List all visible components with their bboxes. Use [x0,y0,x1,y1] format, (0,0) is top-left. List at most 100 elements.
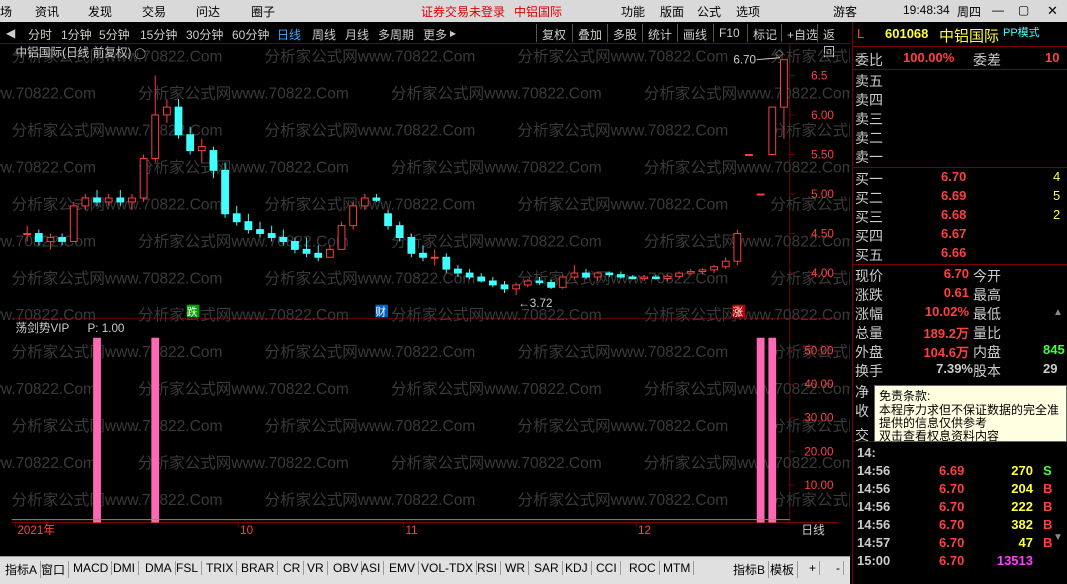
indicator-tab[interactable]: WR [502,561,529,575]
indicator-tab[interactable]: ROC [626,561,660,575]
event-marker[interactable]: 财 [375,304,389,319]
indicator-tab[interactable]: 窗口 [38,561,70,578]
menu-item[interactable]: 问达 [196,3,220,20]
period-tab[interactable]: 日线 [277,26,301,43]
watermark: 分析家公式网www.70822.Com [391,380,602,398]
stat-label: 涨幅 [855,306,883,322]
candle-body [570,272,579,278]
toolbar-button[interactable]: 多股 [607,24,642,42]
kline-chart[interactable]: 分析家公式网www.70822.Com 分析家公式网www.70822.Com 分析… [0,44,850,542]
indicator-tab[interactable]: 指标A [2,561,42,578]
more-arrow-icon[interactable]: ▸ [450,26,456,40]
tick-time: 14:56 [857,481,891,496]
period-tab[interactable]: 多周期 [378,26,414,43]
candle-body [488,280,497,286]
left-arrow-icon[interactable]: ◀ [6,26,15,40]
maximize-icon[interactable]: ▢ [1018,3,1029,17]
period-tab[interactable]: 60分钟 [232,26,269,43]
indicator-tab[interactable]: FSL [173,561,203,575]
indicator-tab[interactable]: DMI [110,561,139,575]
watermark: 分析家公式网www.70822.Com [138,232,349,250]
menu-item[interactable]: 圈子 [251,3,275,20]
disclaimer-tooltip: 免责条款: 本程序力求但不保证数据的完全准 提供的信息仅供参考 双击查看权息资料… [874,385,1067,443]
watermark: 分析家公式网www.70822.Com [391,84,602,102]
menu-item[interactable]: 交易 [142,3,166,20]
candle-body [256,229,264,235]
period-tab[interactable]: 更多 [423,26,447,43]
menu-item[interactable]: 版面 [660,3,684,20]
candle-body [291,240,299,250]
period-tab[interactable]: 15分钟 [140,26,177,43]
candle-body [302,248,311,254]
indicator-tab[interactable]: EMV [386,561,420,575]
webi-value: 100.00% [903,50,955,65]
menu-item[interactable]: 发现 [88,3,112,20]
toolbar-button[interactable]: F10 [713,24,745,42]
scroll-down-icon[interactable]: ▼ [1053,532,1063,543]
watermark: 分析家公式网www.70822.Com [517,195,728,213]
menu-item[interactable]: 公式 [697,3,721,20]
indicator-tab[interactable]: CCI [593,561,621,575]
period-tab[interactable]: 月线 [345,26,369,43]
menu-item[interactable]: 功能 [621,3,645,20]
candle-body [710,266,718,271]
watermark-layer: 分析家公式网www.70822.Com 分析家公式网www.70822.Com 分析… [0,48,850,510]
toolbar-button[interactable]: 复权 [536,24,571,42]
indicator-tab[interactable]: ASI [358,561,385,575]
toolbar-button[interactable]: 画线 [677,24,712,42]
menu-item[interactable]: 资讯 [35,3,59,20]
close-icon[interactable]: ✕ [1047,3,1058,19]
indicator-tab[interactable]: CR [280,561,305,575]
candle-body [116,197,125,203]
indicator-tab-bar: 指标A 窗口 MACD DMI DMA FSL TRIX BRAR CR VR OBV ASI EMV V… [0,556,850,584]
period-tab[interactable]: 5分钟 [99,26,130,43]
event-marker[interactable]: 涨 [732,304,746,319]
indicator-tab[interactable]: DMA [142,561,176,575]
chart-title: 中铝国际(日线 前复权) [16,46,132,60]
indicator-tab[interactable]: KDJ [562,561,592,575]
candle-body [768,106,777,156]
minimize-icon[interactable]: — [992,3,1004,17]
period-tab[interactable]: 1分钟 [61,26,92,43]
indicator-tab[interactable]: SAR [531,561,563,575]
indicator-tab[interactable]: 模板 [767,561,799,578]
toolbar-button[interactable]: 统计 [642,24,677,42]
scroll-up-icon[interactable]: ▲ [1053,307,1063,318]
indicator-tab[interactable]: MACD [70,561,113,575]
menu-item[interactable]: 场 [0,3,12,20]
signal-bar [151,337,160,523]
tick-direction: B [1043,481,1053,496]
period-tab[interactable]: 周线 [312,26,336,43]
tick-price: 6.70 [939,517,965,532]
period-tab[interactable]: 分时 [28,26,52,43]
watermark: 分析家公式网www.70822.Com [517,343,728,361]
indicator-tab[interactable]: TRIX [203,561,238,575]
candle-body [337,225,346,250]
indicator-tab[interactable]: RSI [474,561,502,575]
indicator-tab[interactable]: VOL-TDX [418,561,478,575]
candle-body [523,280,532,286]
indicator-tab[interactable]: + [806,561,821,575]
period-tab[interactable]: 30分钟 [186,26,223,43]
watermark: 分析家公式网www.70822.Com [644,84,850,102]
candle-body [197,146,206,152]
toolbar-button[interactable]: 标记 [747,24,782,42]
pp-mode-label[interactable]: PP模式 [1003,24,1040,40]
indicator-tab[interactable]: BRAR [238,561,279,575]
stat-value: 104.6万 [923,345,969,360]
indicator-tab[interactable]: - [833,561,844,575]
tick-direction: B [1043,499,1053,514]
indicator-tab[interactable]: MTM [660,561,695,575]
event-marker-label: 涨 [732,306,743,318]
menu-item[interactable]: 选项 [736,3,760,20]
login-status[interactable]: 证券交易未登录 [421,3,505,20]
event-marker[interactable]: 跌 [186,304,200,319]
indicator-tab[interactable]: VR [304,561,328,575]
candle-body [605,272,614,276]
user-label[interactable]: 游客 [833,3,857,20]
indicator-tab[interactable]: 指标B [730,561,770,578]
toolbar-button[interactable]: 叠加 [572,24,607,42]
toolbar-button[interactable]: 返回 [817,24,850,59]
collapse-icon[interactable]: ◯ [134,48,146,60]
price-label: 4.00 [811,267,834,280]
